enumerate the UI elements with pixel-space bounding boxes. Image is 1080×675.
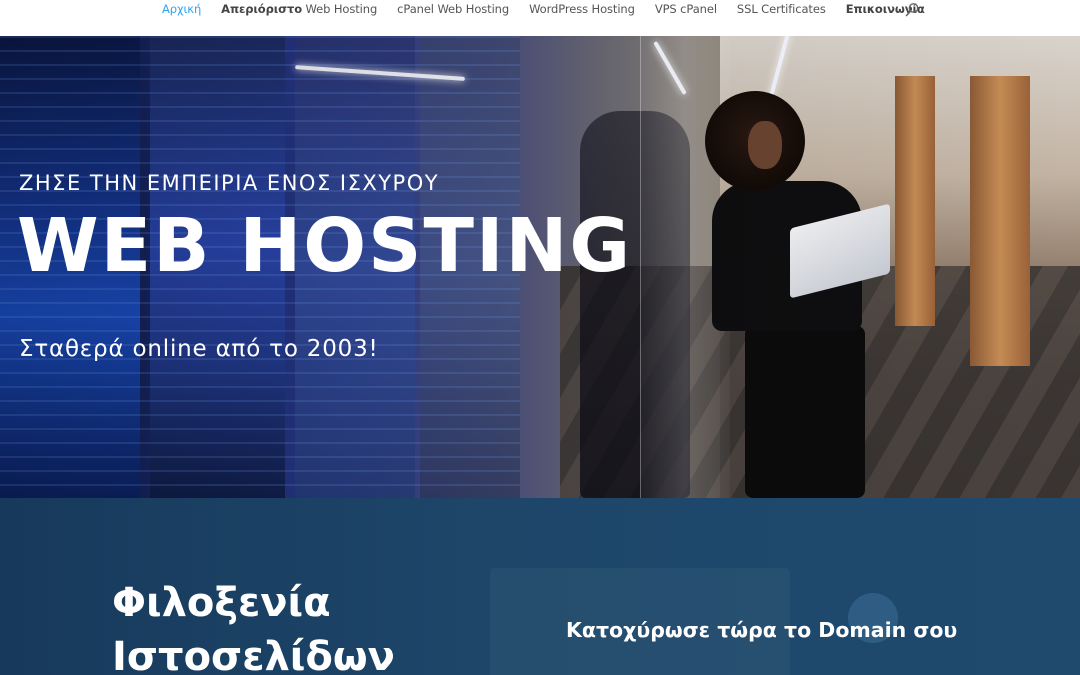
nav-item-ssl-certificates[interactable]: SSL Certificates <box>737 2 826 16</box>
section-title: Φιλοξενία Ιστοσελίδων <box>112 576 395 675</box>
hosting-section: Φιλοξενία Ιστοσελίδων Κατοχύρωσε τώρα το… <box>0 498 1080 675</box>
hero-kicker: ΖΗΣΕ ΤΗΝ ΕΜΠΕΙΡΙΑ ΕΝΟΣ ΙΣΧΥΡΟΥ <box>19 171 440 195</box>
nav-item-vps-cpanel[interactable]: VPS cPanel <box>655 2 717 16</box>
nav-item-home[interactable]: Αρχική <box>162 2 201 16</box>
nav-menu: Αρχική Απεριόριστο Web Hosting cPanel We… <box>162 0 945 18</box>
top-navigation: Αρχική Απεριόριστο Web Hosting cPanel We… <box>0 0 1080 36</box>
nav-item-wordpress-hosting[interactable]: WordPress Hosting <box>529 2 635 16</box>
nav-item-cpanel-web-hosting[interactable]: cPanel Web Hosting <box>397 2 509 16</box>
nav-item-unlimited-web-hosting[interactable]: Απεριόριστο Web Hosting <box>221 2 377 16</box>
domain-cta-heading[interactable]: Κατοχύρωσε τώρα το Domain σου <box>566 618 957 642</box>
section-title-line: Φιλοξενία <box>112 580 331 626</box>
search-icon[interactable] <box>904 2 920 18</box>
nav-item-label-strong: Απεριόριστο <box>221 2 302 16</box>
hero-title: WEB HOSTING <box>17 203 633 289</box>
hero-banner: ΖΗΣΕ ΤΗΝ ΕΜΠΕΙΡΙΑ ΕΝΟΣ ΙΣΧΥΡΟΥ WEB HOSTI… <box>0 36 1080 498</box>
section-title-line: Ιστοσελίδων <box>112 634 395 675</box>
nav-item-label: Web Hosting <box>302 2 378 16</box>
hero-subtitle: Σταθερά online από το 2003! <box>19 336 379 362</box>
